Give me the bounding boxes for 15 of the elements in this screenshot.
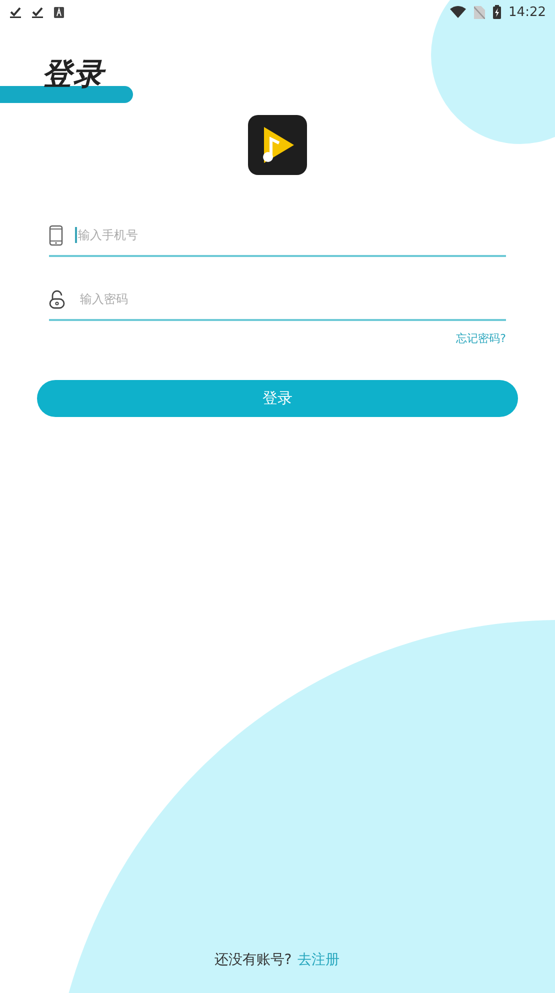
check-icon: [10, 6, 22, 18]
clock-time: 14:22: [508, 4, 546, 20]
wifi-icon: [450, 6, 466, 18]
register-link[interactable]: 去注册: [298, 951, 340, 969]
phone-icon: [49, 224, 63, 246]
page-title: 登录: [42, 56, 104, 94]
forgot-password-link[interactable]: 忘记密码?: [456, 331, 506, 346]
login-button[interactable]: 登录: [37, 380, 518, 417]
password-input-field[interactable]: 输入密码: [80, 292, 506, 306]
signup-prompt: 还没有账号?: [214, 951, 292, 969]
padlock-icon: [49, 290, 65, 308]
keyboard-icon: [54, 6, 64, 18]
check-icon: [32, 6, 44, 18]
app-logo-icon: [248, 115, 306, 175]
phone-input-field[interactable]: 输入手机号: [78, 228, 506, 242]
